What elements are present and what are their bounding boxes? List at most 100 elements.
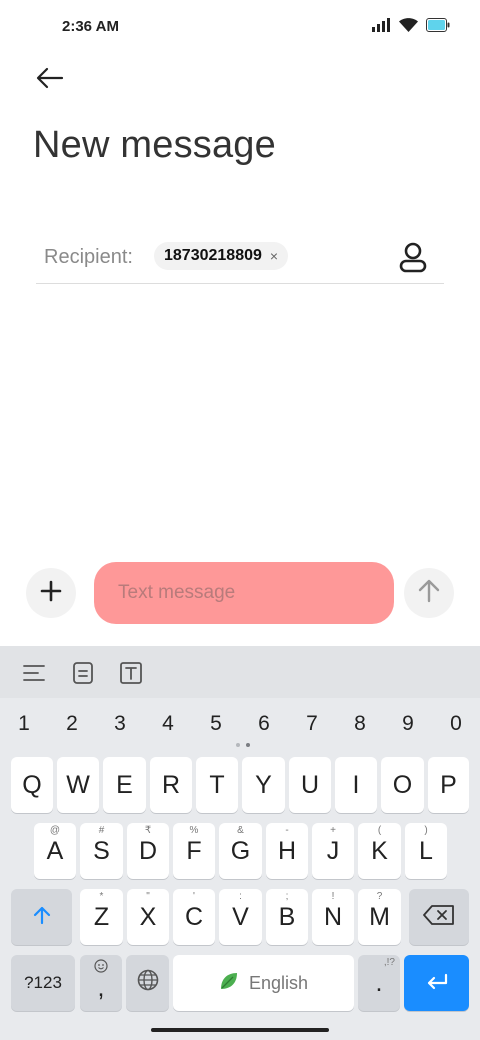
key-r[interactable]: R (150, 757, 192, 813)
key-e[interactable]: E (103, 757, 146, 813)
back-arrow-icon (36, 67, 64, 94)
key-v-label: V (232, 902, 249, 931)
remove-recipient-icon[interactable]: × (270, 248, 278, 264)
backspace-key[interactable] (409, 889, 469, 945)
key-l-label: L (419, 836, 433, 865)
send-button[interactable] (404, 568, 454, 618)
backspace-icon (423, 903, 455, 932)
key-j[interactable]: + J (312, 823, 354, 879)
contacts-button[interactable] (396, 240, 430, 274)
key-u[interactable]: U (289, 757, 331, 813)
key-b-hint: ; (285, 891, 289, 902)
key-x-hint: " (146, 891, 150, 902)
key-t[interactable]: T (196, 757, 238, 813)
key-9[interactable]: 9 (388, 706, 428, 742)
key-v-hint: : (239, 891, 242, 902)
key-f-hint: % (189, 825, 199, 836)
key-q[interactable]: Q (11, 757, 53, 813)
key-a-label: A (46, 836, 64, 865)
signal-icon (372, 18, 391, 37)
symbols-key[interactable]: ?123 (11, 955, 75, 1011)
key-m-hint: ? (376, 891, 383, 902)
shift-key[interactable] (11, 889, 72, 945)
key-y[interactable]: Y (242, 757, 285, 813)
key-c[interactable]: ' C (173, 889, 215, 945)
key-n-label: N (323, 902, 343, 931)
key-h-hint: - (285, 825, 289, 836)
key-w[interactable]: W (57, 757, 99, 813)
key-l[interactable]: ) L (405, 823, 447, 879)
key-j-label: J (326, 836, 340, 865)
message-input[interactable] (94, 562, 394, 624)
key-z-label: Z (93, 902, 110, 931)
key-v[interactable]: :V (219, 889, 262, 945)
space-key-label: English (248, 972, 309, 993)
key-s-label: S (93, 836, 110, 865)
key-b-label: B (278, 902, 296, 931)
key-m-label: M (369, 902, 390, 931)
key-f[interactable]: % F (173, 823, 215, 879)
key-3[interactable]: 3 (100, 706, 140, 742)
period-label: . (375, 968, 383, 997)
space-key[interactable]: English (173, 955, 354, 1011)
key-a[interactable]: @ A (34, 823, 76, 879)
key-x[interactable]: " X (127, 889, 169, 945)
number-row: 1 2 3 4 5 6 7 8 9 0 (0, 706, 480, 742)
key-x-label: X (139, 902, 157, 931)
key-d-hint: ₹ (144, 825, 152, 836)
status-bar: 2:36 AM (0, 0, 480, 56)
keyboard-toolbar (0, 646, 480, 698)
period-key[interactable]: ,!? . (358, 955, 400, 1011)
menu-lines-icon[interactable] (21, 660, 47, 686)
key-s[interactable]: # S (80, 823, 123, 879)
key-o[interactable]: O (381, 757, 424, 813)
key-i[interactable]: I (335, 757, 377, 813)
recipient-chip-number: 18730218809 (164, 247, 262, 264)
key-4[interactable]: 4 (148, 706, 188, 742)
wifi-icon (399, 18, 418, 37)
key-g-label: G (230, 836, 251, 865)
key-5[interactable]: 5 (196, 706, 236, 742)
shift-arrow-icon (32, 903, 52, 932)
battery-icon (426, 18, 450, 37)
key-f-label: F (186, 836, 202, 865)
key-h[interactable]: -H (266, 823, 308, 879)
key-c-label: C (184, 902, 204, 931)
comma-label: , (97, 973, 105, 1002)
clipboard-icon[interactable] (70, 660, 96, 686)
key-6[interactable]: 6 (244, 706, 284, 742)
enter-key[interactable] (404, 955, 469, 1011)
navigation-handle[interactable] (151, 1028, 329, 1032)
key-z[interactable]: * Z (80, 889, 123, 945)
key-1[interactable]: 1 (4, 706, 44, 742)
globe-icon (137, 969, 159, 998)
key-b[interactable]: ; B (266, 889, 308, 945)
attach-button[interactable] (26, 568, 76, 618)
language-key[interactable] (126, 955, 169, 1011)
key-n[interactable]: ! N (312, 889, 354, 945)
key-2[interactable]: 2 (52, 706, 92, 742)
back-button[interactable] (30, 62, 70, 98)
key-k[interactable]: (K (358, 823, 401, 879)
enter-arrow-icon (425, 969, 449, 998)
key-8[interactable]: 8 (340, 706, 380, 742)
key-0[interactable]: 0 (436, 706, 476, 742)
compose-bar (0, 560, 480, 626)
recipient-chip[interactable]: 18730218809 × (154, 242, 289, 270)
key-h-label: H (277, 836, 297, 865)
key-d[interactable]: ₹ D (127, 823, 169, 879)
key-p[interactable]: P (428, 757, 469, 813)
key-m[interactable]: ? M (358, 889, 401, 945)
status-time: 2:36 AM (62, 18, 119, 35)
keyboard: 1 2 3 4 5 6 7 8 9 0 Q W E R T Y U I O P … (0, 646, 480, 1040)
symbols-key-label: ?123 (24, 973, 62, 992)
key-g[interactable]: & G (219, 823, 262, 879)
send-arrow-up-icon (418, 579, 440, 608)
recipient-row[interactable]: Recipient: 18730218809 × (36, 232, 444, 284)
status-icons (372, 18, 450, 37)
key-j-hint: + (330, 825, 336, 836)
key-7[interactable]: 7 (292, 706, 332, 742)
text-format-icon[interactable] (118, 660, 144, 686)
emoji-comma-key[interactable]: , (80, 955, 122, 1011)
key-z-hint: * (99, 891, 104, 902)
